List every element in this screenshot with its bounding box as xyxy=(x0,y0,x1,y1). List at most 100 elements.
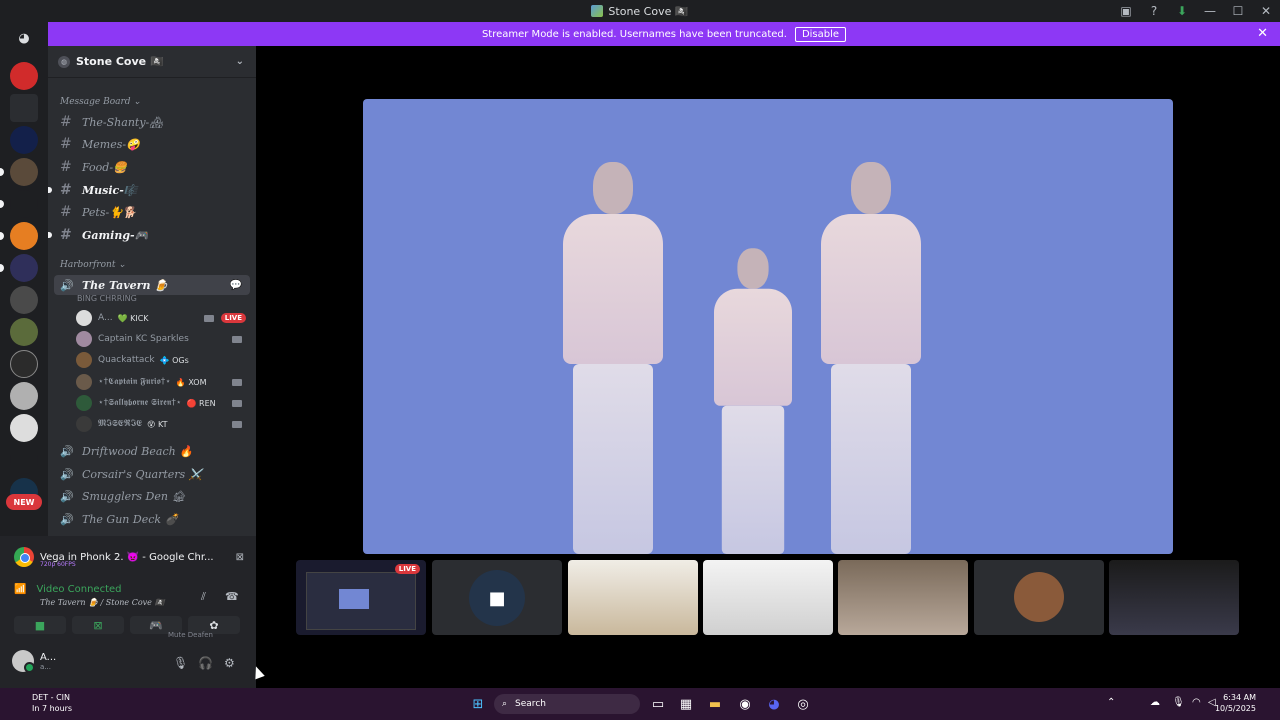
weather-widget[interactable]: DET - CIN In 7 hours xyxy=(14,692,72,714)
task-view-icon[interactable]: ▭ xyxy=(648,694,668,714)
current-user[interactable]: A... a... xyxy=(12,650,57,673)
start-icon[interactable]: ⊞ xyxy=(468,694,488,714)
noise-suppression-icon[interactable]: ⫽ xyxy=(201,590,206,604)
camera-button[interactable]: ■ xyxy=(14,616,66,634)
microphone-tray-icon[interactable]: 🎙 xyxy=(1172,697,1185,708)
voice-user[interactable]: Captain KC Sparkles xyxy=(76,329,250,349)
voice-user[interactable]: A... 💚 KICK LIVE xyxy=(76,308,250,328)
participant-tile[interactable] xyxy=(703,560,833,635)
new-badge[interactable]: NEW xyxy=(6,494,42,510)
video-figure xyxy=(714,248,792,554)
chevron-down-icon[interactable]: ⌄ xyxy=(236,56,244,67)
text-channel[interactable]: # The-Shanty-🏘 xyxy=(54,112,250,132)
voice-channel[interactable]: 🔊 The Gun Deck 💣 xyxy=(54,509,250,529)
close-window-button[interactable]: ✕ xyxy=(1252,0,1280,22)
server-icon[interactable] xyxy=(10,126,38,154)
camera-icon xyxy=(232,335,242,343)
voice-channel[interactable]: 🔊 Smugglers Den 🏚 xyxy=(54,486,250,506)
text-channel[interactable]: # Food-🍔 xyxy=(54,157,250,177)
stop-stream-icon[interactable]: ⊠ xyxy=(236,552,244,563)
video-figure xyxy=(563,162,663,554)
voice-channel-active[interactable]: 🔊 The Tavern 🍺 💬 xyxy=(54,275,250,295)
server-icon[interactable] xyxy=(10,62,38,90)
camera-icon xyxy=(204,314,214,322)
category-header[interactable]: Harborfront ⌄ xyxy=(60,260,126,270)
voice-user[interactable]: ⋆†𝕾𝖆𝖑𝖑𝖞𝖇𝖔𝖗𝖓𝖊 𝕾𝖎𝖗𝖊𝖓†⋆ 🔴 REN xyxy=(76,393,250,413)
avatar xyxy=(76,374,92,390)
hash-icon: # xyxy=(60,136,72,152)
connection-status: 📶 Video Connected xyxy=(14,584,122,595)
close-banner-icon[interactable]: ✕ xyxy=(1257,26,1268,41)
headphones-icon[interactable]: 🎧 xyxy=(198,656,213,670)
signal-icon[interactable]: 📶 xyxy=(14,584,26,595)
text-channel[interactable]: # Music-🎼 xyxy=(54,180,250,200)
server-icon[interactable] xyxy=(10,350,38,378)
wifi-icon[interactable]: ◠ xyxy=(1192,697,1201,708)
voice-channel[interactable]: 🔊 Driftwood Beach 🔥 xyxy=(54,441,250,461)
taskbar-search[interactable]: ⌕ Search xyxy=(494,694,640,714)
server-icon[interactable] xyxy=(10,254,38,282)
username: A... xyxy=(40,651,57,663)
chat-icon[interactable]: 💬 xyxy=(230,280,242,291)
participant-tile[interactable] xyxy=(838,560,968,635)
participant-tile[interactable]: ■ xyxy=(432,560,562,635)
hash-icon: # xyxy=(60,227,72,243)
user-status: a... xyxy=(40,662,51,671)
file-explorer-icon[interactable]: ▬ xyxy=(705,694,725,714)
disconnect-icon[interactable]: ☎ xyxy=(225,590,239,603)
speaker-icon: 🔊 xyxy=(60,489,74,503)
server-icon[interactable] xyxy=(10,414,38,442)
maximize-button[interactable]: ☐ xyxy=(1224,0,1252,22)
camera-icon xyxy=(232,378,242,386)
participant-tile[interactable] xyxy=(974,560,1104,635)
screen-share-button[interactable]: ⊠ xyxy=(72,616,124,634)
camera-icon: ■ xyxy=(469,570,525,626)
server-icon[interactable] xyxy=(10,446,38,474)
avatar xyxy=(76,310,92,326)
server-icon[interactable] xyxy=(10,222,38,250)
speaker-icon: 🔊 xyxy=(60,444,74,458)
text-channel[interactable]: # Pets-🐈🐕 xyxy=(54,202,250,222)
server-icon[interactable] xyxy=(10,318,38,346)
server-icon[interactable] xyxy=(10,190,38,218)
download-icon[interactable]: ⬇ xyxy=(1168,0,1196,22)
voice-user[interactable]: Quackattack 💠 OGs xyxy=(76,350,250,370)
live-badge: LIVE xyxy=(394,564,420,574)
main-stream-video[interactable] xyxy=(363,99,1173,554)
text-channel[interactable]: # Gaming-🎮 xyxy=(54,225,250,245)
video-figure xyxy=(821,162,921,554)
disable-button[interactable]: Disable xyxy=(794,26,847,42)
voice-channel[interactable]: 🔊 Corsair's Quarters ⚔️ xyxy=(54,464,250,484)
unread-indicator xyxy=(0,232,4,240)
inbox-icon[interactable]: ▣ xyxy=(1112,0,1140,22)
chrome-taskbar-icon[interactable]: ◉ xyxy=(735,694,755,714)
store-icon[interactable]: ▦ xyxy=(676,694,696,714)
hash-icon: # xyxy=(60,204,72,220)
server-icon[interactable] xyxy=(10,94,38,122)
discord-home-icon[interactable]: ◕ xyxy=(12,28,36,48)
screen-share-thumbnail xyxy=(306,572,416,630)
app-taskbar-icon[interactable]: ◎ xyxy=(793,694,813,714)
participant-tile[interactable]: LIVE xyxy=(296,560,426,635)
category-header[interactable]: Message Board ⌄ xyxy=(60,97,141,107)
server-icon[interactable] xyxy=(10,286,38,314)
server-name: Stone Cove 🏴‍☠️ xyxy=(76,55,164,68)
taskbar-clock[interactable]: 6:34 AM 10/5/2025 xyxy=(1215,692,1256,714)
server-header[interactable]: ◍ Stone Cove 🏴‍☠️ ⌄ xyxy=(48,46,256,78)
discord-taskbar-icon[interactable]: ◕ xyxy=(764,694,784,714)
title-bar: Stone Cove 🏴‍☠️ ▣ ? ⬇ — ☐ ✕ xyxy=(0,0,1280,22)
text-channel[interactable]: # Memes-🤪 xyxy=(54,134,250,154)
server-icon[interactable] xyxy=(10,382,38,410)
settings-gear-icon[interactable]: ⚙ xyxy=(224,656,235,670)
minimize-button[interactable]: — xyxy=(1196,0,1224,22)
voice-user[interactable]: 𝕸𝕴𝕾𝕰𝕽𝕴𝕰 😵 KT xyxy=(76,414,250,434)
connection-location[interactable]: The Tavern 🍺 / Stone Cove 🏴‍☠️ xyxy=(40,598,164,607)
microphone-icon[interactable]: 🎙 xyxy=(173,656,188,670)
voice-user[interactable]: ⋆†𝕮𝖆𝖕𝖙𝖆𝖎𝖓 𝕱𝖚𝖗𝖎𝖔†⋆ 🔥 XOM xyxy=(76,372,250,392)
server-icon[interactable] xyxy=(10,158,38,186)
participant-tile[interactable] xyxy=(568,560,698,635)
help-icon[interactable]: ? xyxy=(1140,0,1168,22)
chevron-up-icon[interactable]: ⌃ xyxy=(1107,697,1115,708)
network-icon[interactable]: ☁ xyxy=(1150,697,1160,708)
participant-tile[interactable] xyxy=(1109,560,1239,635)
